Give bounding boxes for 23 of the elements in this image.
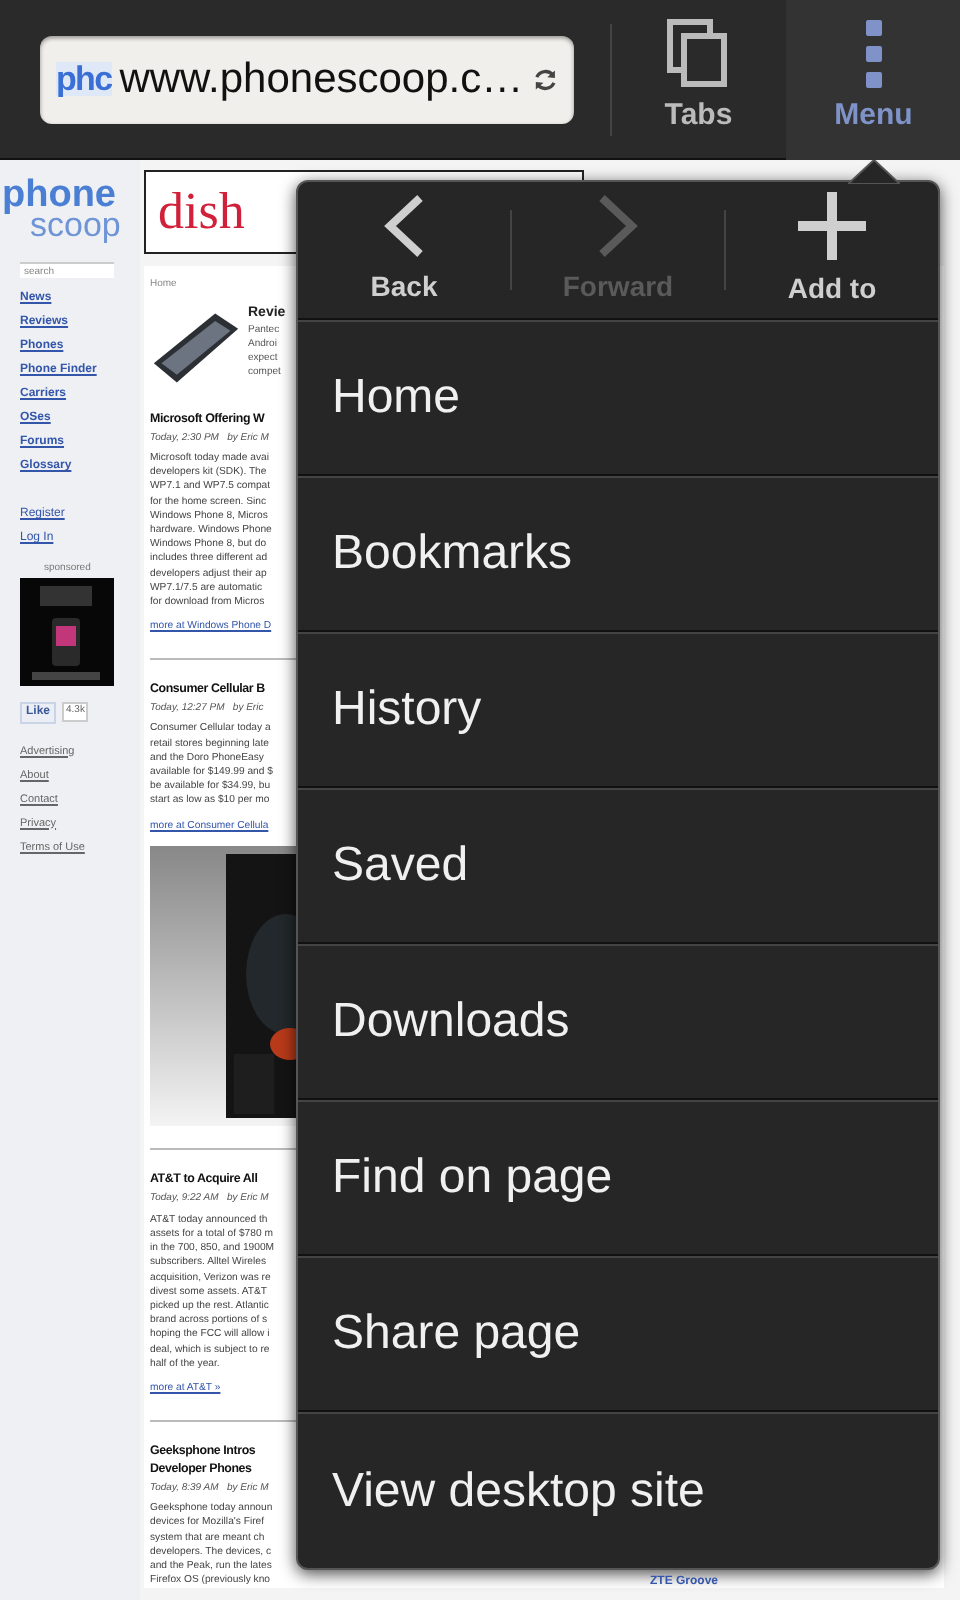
plus-icon — [798, 191, 866, 259]
back-button[interactable]: Back — [298, 182, 510, 318]
menu-item[interactable]: Downloads — [298, 944, 938, 1100]
back-icon — [382, 193, 426, 257]
address-field[interactable]: phc www.phonescoop.c… — [40, 35, 574, 123]
forward-icon — [596, 193, 640, 257]
logo-text: scoop — [30, 208, 121, 242]
url-text: www.phonescoop.c… — [119, 53, 524, 106]
menu-item[interactable]: History — [298, 632, 938, 788]
site-favicon: phc — [56, 62, 112, 96]
menu-item[interactable]: View desktop site — [298, 1412, 938, 1568]
add-button[interactable]: Add to — [726, 182, 938, 318]
ad-logo-text: dish — [158, 186, 245, 238]
menu-item[interactable]: Find on page — [298, 1100, 938, 1256]
menu-item[interactable]: Home — [298, 320, 938, 476]
tabs-button[interactable]: Tabs — [611, 0, 785, 159]
menu-item[interactable]: Saved — [298, 788, 938, 944]
menu-icon — [863, 18, 884, 91]
tabs-icon — [666, 18, 731, 91]
menu-item[interactable]: Bookmarks — [298, 476, 938, 632]
logo-text: phone — [2, 176, 118, 214]
menu-button[interactable]: Menu — [786, 0, 960, 159]
menu-item[interactable]: Share page — [298, 1256, 938, 1412]
